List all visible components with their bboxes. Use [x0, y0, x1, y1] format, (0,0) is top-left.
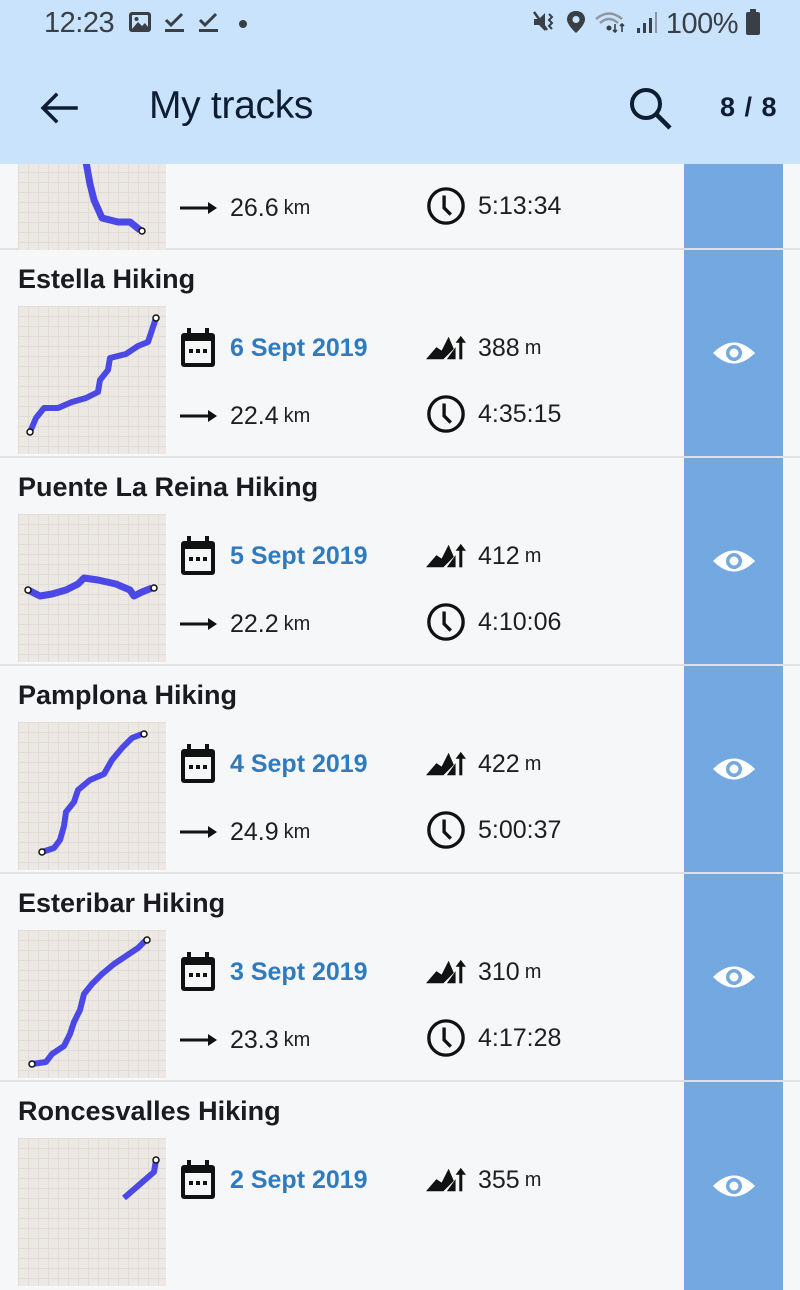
track-row[interactable]: Esteribar Hiking 3 Sept 2019 310 m 23.3 km… — [0, 874, 800, 1082]
eye-icon — [712, 550, 755, 572]
arrow-right-icon — [178, 188, 218, 228]
clock-icon — [426, 394, 466, 434]
track-row[interactable]: Roncesvalles Hiking 2 Sept 2019 355 m — [0, 1082, 800, 1290]
elevation-gain-icon — [426, 952, 466, 992]
date-stat: 2 Sept 2019 — [178, 1160, 368, 1200]
date-stat: 3 Sept 2019 — [178, 952, 368, 992]
location-icon — [566, 10, 586, 39]
elevation-stat: 310 m — [426, 952, 541, 992]
track-name: Esteribar Hiking — [18, 888, 226, 918]
duration-stat: 4:10:06 — [426, 602, 561, 642]
status-bar: 12:23 100% — [0, 0, 800, 48]
signal-icon — [636, 10, 658, 39]
elevation-stat: 388 m — [426, 328, 541, 368]
app-bar: My tracks 8 / 8 — [0, 48, 800, 164]
clock-icon — [426, 602, 466, 642]
track-count: 8 / 8 — [720, 92, 778, 122]
calendar-icon — [178, 536, 218, 576]
clock-icon — [426, 810, 466, 850]
dot-icon — [238, 16, 248, 34]
calendar-icon — [178, 744, 218, 784]
battery-percent: 100% — [665, 8, 739, 40]
track-row[interactable]: Estella Hiking 6 Sept 2019 388 m 22.4 km 4… — [0, 250, 800, 458]
date-stat: 6 Sept 2019 — [178, 328, 368, 368]
top-bar: 12:23 100% My tracks 8 / 8 — [0, 0, 800, 164]
status-time: 12:23 — [44, 7, 115, 39]
view-track-button[interactable] — [684, 1082, 783, 1290]
date-stat: 4 Sept 2019 — [178, 744, 368, 784]
elevation-stat: 412 m — [426, 536, 541, 576]
back-button[interactable] — [36, 88, 80, 128]
search-icon — [630, 88, 672, 130]
track-row[interactable]: Puente La Reina Hiking 5 Sept 2019 412 m … — [0, 458, 800, 666]
eye-icon — [712, 1175, 755, 1197]
gallery-icon — [128, 10, 152, 39]
track-thumbnail — [18, 514, 166, 662]
arrow-right-icon — [178, 604, 218, 644]
arrow-left-icon — [40, 92, 78, 124]
search-button[interactable] — [626, 84, 674, 132]
wifi-icon — [594, 10, 628, 39]
arrow-right-icon — [178, 812, 218, 852]
eye-icon — [712, 758, 755, 780]
calendar-icon — [178, 328, 218, 368]
distance-stat: 22.4 km — [178, 396, 310, 436]
track-name: Pamplona Hiking — [18, 680, 238, 710]
eye-icon — [712, 342, 755, 364]
track-thumbnail — [18, 306, 166, 454]
track-name: Estella Hiking — [18, 264, 196, 294]
battery-icon — [746, 9, 760, 40]
view-track-button[interactable] — [684, 250, 783, 456]
elevation-gain-icon — [426, 744, 466, 784]
elevation-stat: 422 m — [426, 744, 541, 784]
track-thumbnail — [18, 722, 166, 870]
date-stat: 5 Sept 2019 — [178, 536, 368, 576]
duration-stat: 4:17:28 — [426, 1018, 561, 1058]
clock-icon — [426, 186, 466, 226]
distance-stat: 22.2 km — [178, 604, 310, 644]
elevation-gain-icon — [426, 536, 466, 576]
distance-stat: 24.9 km — [178, 812, 310, 852]
arrow-right-icon — [178, 396, 218, 436]
vibrate-mute-icon — [532, 10, 558, 39]
duration-stat: 5:13:34 — [426, 186, 561, 226]
track-name: Puente La Reina Hiking — [18, 472, 319, 502]
calendar-icon — [178, 1160, 218, 1200]
calendar-icon — [178, 952, 218, 992]
view-track-button[interactable] — [684, 666, 783, 872]
duration-stat: 4:35:15 — [426, 394, 561, 434]
track-name: Roncesvalles Hiking — [18, 1096, 281, 1126]
track-thumbnail — [18, 1138, 166, 1286]
elevation-gain-icon — [426, 328, 466, 368]
eye-icon — [712, 966, 755, 988]
download-done-icon — [162, 10, 186, 39]
distance-stat: 26.6 km — [178, 188, 310, 228]
distance-stat: 23.3 km — [178, 1020, 310, 1060]
arrow-right-icon — [178, 1020, 218, 1060]
page-title: My tracks — [149, 84, 314, 127]
download-done-icon — [196, 10, 220, 39]
duration-stat: 5:00:37 — [426, 810, 561, 850]
track-row[interactable]: Pamplona Hiking 4 Sept 2019 422 m 24.9 km … — [0, 666, 800, 874]
elevation-gain-icon — [426, 1160, 466, 1200]
track-thumbnail — [18, 930, 166, 1078]
elevation-stat: 355 m — [426, 1160, 541, 1200]
clock-icon — [426, 1018, 466, 1058]
view-track-button[interactable] — [684, 458, 783, 664]
view-track-button[interactable] — [684, 874, 783, 1080]
